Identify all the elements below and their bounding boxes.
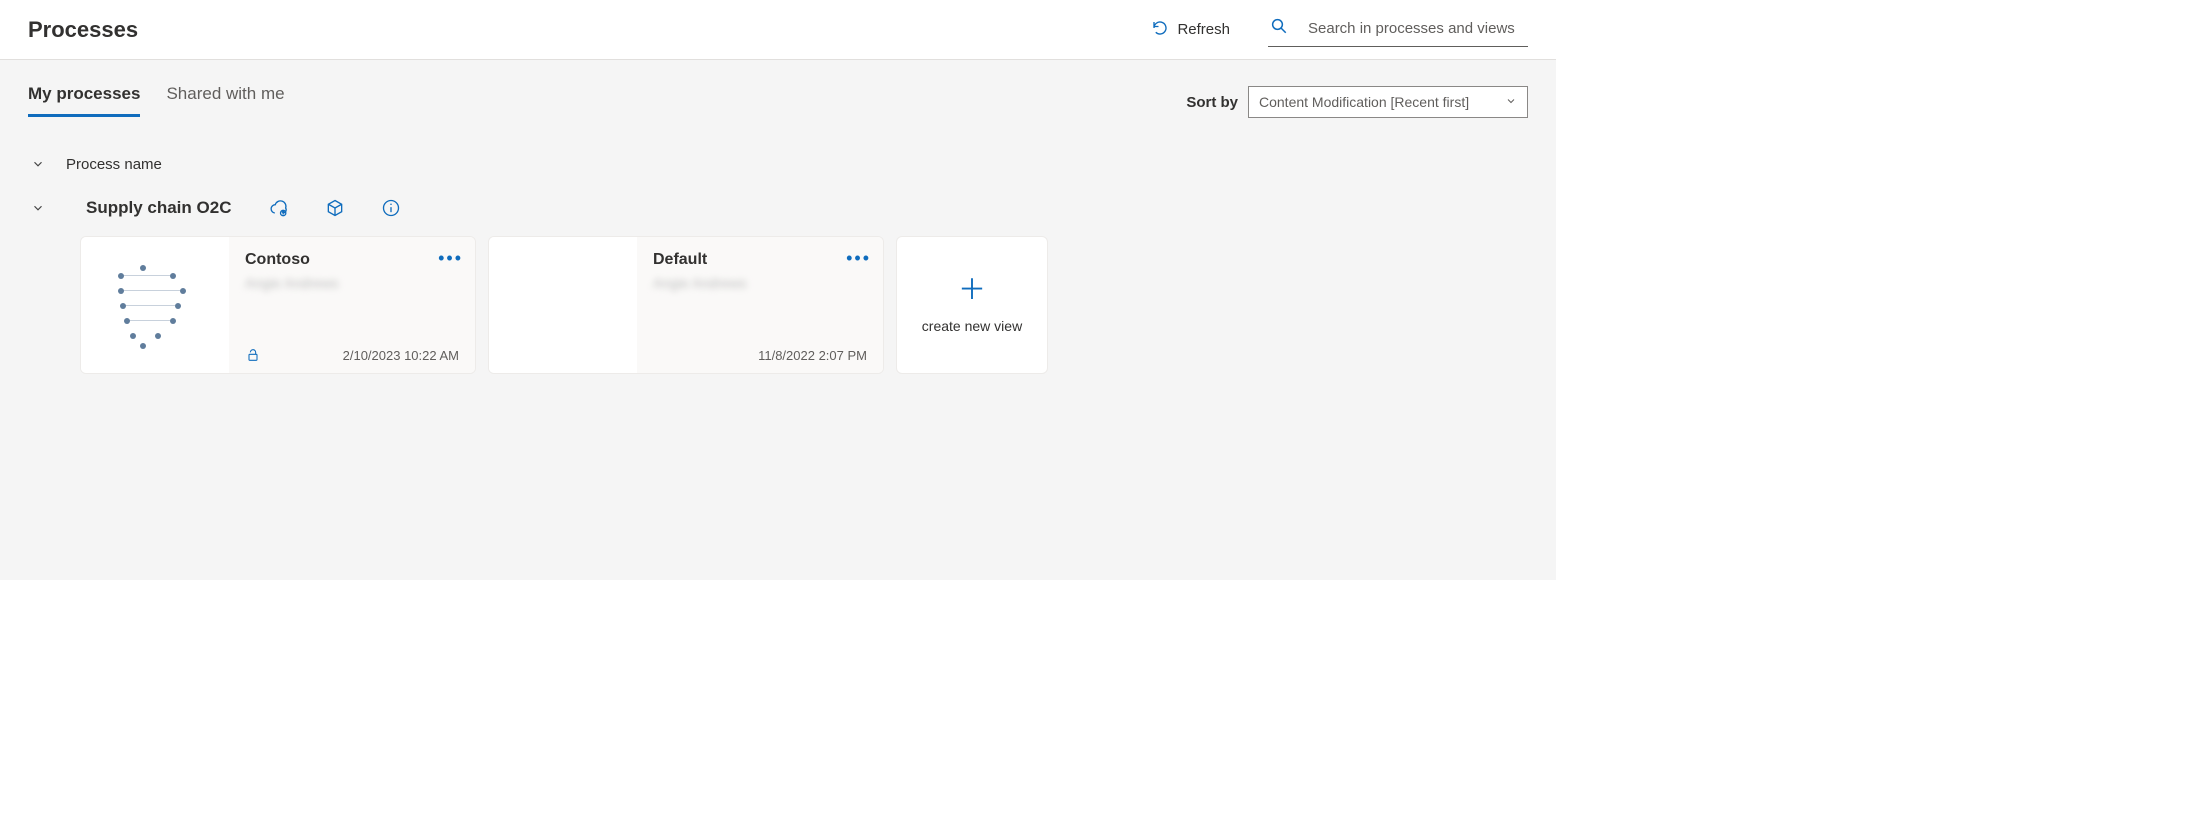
view-card-default[interactable]: ••• Default Angie Andrews 11/8/2022 2:07… [488,236,884,374]
view-thumbnail [489,237,637,373]
view-timestamp: 11/8/2022 2:07 PM [758,348,867,363]
process-name-supply-chain[interactable]: Supply chain O2C [86,198,231,218]
view-more-menu[interactable]: ••• [846,249,871,267]
create-new-view-button[interactable]: ＋ create new view [896,236,1048,374]
sortby-selected-value: Content Modification [Recent first] [1259,94,1469,110]
refresh-icon [1151,19,1169,41]
view-title: Contoso [245,251,459,269]
tab-my-processes[interactable]: My processes [28,84,140,117]
view-more-menu[interactable]: ••• [438,249,463,267]
search-box[interactable] [1268,13,1528,47]
package-icon[interactable] [325,198,345,218]
page-title: Processes [28,17,138,43]
info-icon[interactable] [381,198,401,218]
process-name-column-header: Process name [66,156,162,173]
view-timestamp: 2/10/2023 10:22 AM [343,348,459,363]
refresh-button[interactable]: Refresh [1141,13,1240,47]
view-card-contoso[interactable]: ••• Contoso Angie Andrews 2/10/2023 10:2… [80,236,476,374]
view-title: Default [653,251,867,269]
sortby-select[interactable]: Content Modification [Recent first] [1248,86,1528,118]
search-icon [1270,17,1288,40]
view-owner: Angie Andrews [245,275,459,291]
search-input[interactable] [1306,19,1526,38]
refresh-label: Refresh [1177,21,1230,38]
view-thumbnail [81,237,229,373]
collapse-process-name[interactable] [28,154,48,174]
lock-icon [245,347,261,363]
cloud-upload-icon[interactable] [269,198,289,218]
view-owner: Angie Andrews [653,275,867,291]
chevron-down-icon [1505,94,1517,110]
create-new-view-label: create new view [922,318,1022,334]
sortby-label: Sort by [1186,94,1238,111]
plus-icon: ＋ [958,276,986,304]
collapse-process-supply-chain[interactable] [28,198,48,218]
tab-shared-with-me[interactable]: Shared with me [166,84,284,117]
